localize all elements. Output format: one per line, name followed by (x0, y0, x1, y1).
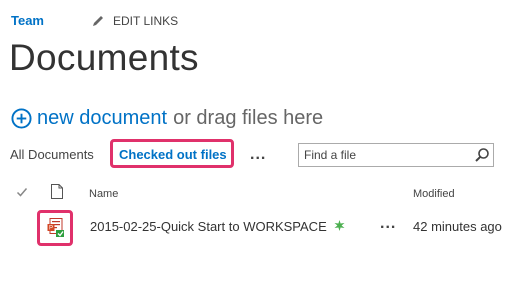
pencil-icon (93, 16, 103, 26)
modified-value: 42 minutes ago (413, 219, 502, 234)
file-type-highlight: P (37, 210, 73, 246)
powerpoint-file-icon[interactable]: P (47, 218, 65, 238)
drag-files-hint: or drag files here (173, 107, 324, 129)
page-title: Documents (9, 37, 199, 78)
column-header-name[interactable]: Name (89, 188, 118, 200)
search-input[interactable] (299, 144, 474, 166)
edit-links-label: EDIT LINKS (113, 14, 179, 28)
search-icon[interactable] (474, 147, 490, 163)
search-box (298, 143, 494, 167)
add-circle-icon[interactable] (11, 108, 32, 129)
new-document-link[interactable]: new document (37, 107, 167, 130)
new-item-icon (334, 220, 345, 231)
select-all-check-icon[interactable] (16, 186, 28, 198)
row-more-button[interactable]: ... (380, 215, 396, 233)
view-all-documents[interactable]: All Documents (10, 147, 94, 162)
file-name-link[interactable]: 2015-02-25-Quick Start to WORKSPACE (90, 219, 327, 234)
svg-text:P: P (49, 226, 53, 232)
column-header-modified[interactable]: Modified (413, 188, 455, 200)
site-link-team[interactable]: Team (11, 13, 44, 28)
more-views-button[interactable]: ... (250, 146, 266, 164)
new-document-bar: new document or drag files here (11, 107, 323, 130)
edit-links-button[interactable]: EDIT LINKS (91, 14, 178, 28)
document-type-icon (51, 184, 63, 199)
view-checked-out-files[interactable]: Checked out files (119, 147, 227, 162)
